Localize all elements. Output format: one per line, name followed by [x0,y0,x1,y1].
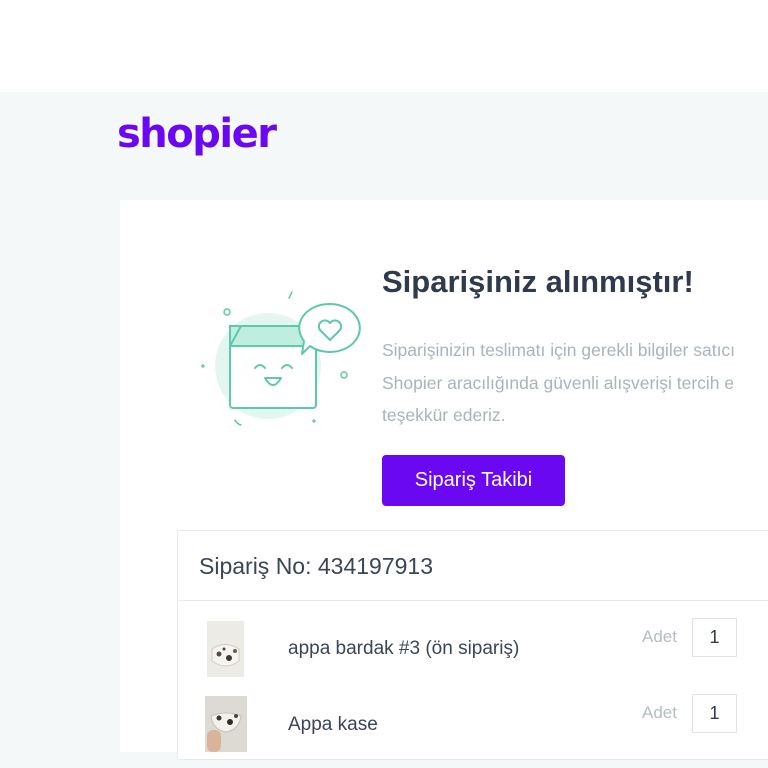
order-item-row: Appa kase Adet 1 [178,691,768,761]
shopier-logo[interactable]: shopier [117,106,277,162]
quantity-label: Adet [642,703,677,722]
description-line: teşekkür ederiz. [382,405,506,425]
quantity-field[interactable]: 1 [692,618,737,657]
item-name: Appa kase [288,714,378,735]
order-number: Sipariş No: 434197913 [199,553,433,579]
order-header: Sipariş No: 434197913 [178,531,768,601]
description-line: Siparişinizin teslimatı için gerekli bil… [382,340,736,360]
quantity-field[interactable]: 1 [692,694,737,733]
happy-box-with-heart-icon [201,291,361,426]
description-line: Shopier aracılığında güvenli alışverişi … [382,372,735,393]
order-tracking-button[interactable]: Sipariş Takibi [382,455,565,506]
item-name: appa bardak #3 (ön sipariş) [288,638,520,659]
quantity-label: Adet [642,627,677,646]
cup-product-photo [207,621,244,677]
top-blank-area [0,0,768,92]
page-title: Siparişiniz alınmıştır! [382,264,694,299]
order-summary: Sipariş No: 434197913 appa bardak #3 (ön… [177,530,768,760]
confirmation-description: Siparişinizin teslimatı için gerekli bil… [382,334,768,432]
bowl-product-photo [205,696,247,752]
order-item-row: appa bardak #3 (ön sipariş) Adet 1 [178,615,768,685]
